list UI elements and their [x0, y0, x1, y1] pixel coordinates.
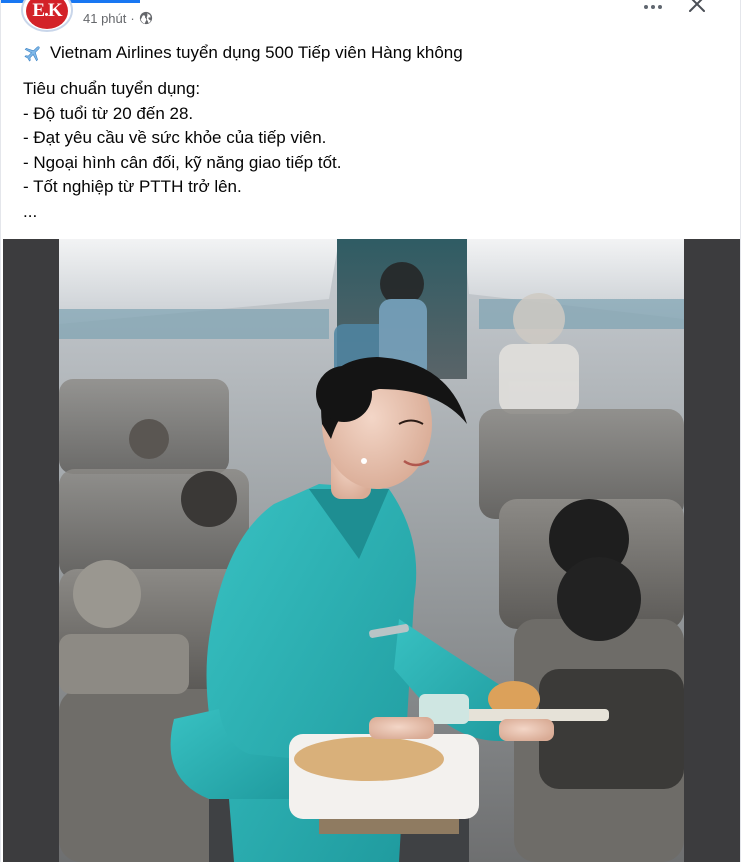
- more-options-button[interactable]: [639, 0, 667, 14]
- post-caption: Vietnam Airlines tuyển dụng 500 Tiếp viê…: [23, 40, 723, 224]
- body-line: - Tốt nghiệp từ PTTH trở lên.: [23, 177, 242, 196]
- more-dot: [651, 5, 655, 9]
- post-title-line: Vietnam Airlines tuyển dụng 500 Tiếp viê…: [23, 40, 723, 66]
- body-line: - Đạt yêu cầu về sức khỏe của tiếp viên.: [23, 128, 327, 147]
- page-avatar[interactable]: E.K: [21, 0, 73, 32]
- post-title: Vietnam Airlines tuyển dụng 500 Tiếp viê…: [50, 43, 463, 62]
- close-button[interactable]: [685, 0, 709, 16]
- avatar-logo-text: E.K: [26, 0, 68, 29]
- more-dots-icon: [644, 5, 648, 9]
- facebook-post: E.K 41 phút · Vietnam Airlines tuyển dụn…: [0, 0, 741, 862]
- body-line: - Độ tuổi từ 20 đến 28.: [23, 103, 194, 123]
- globe-icon[interactable]: [139, 11, 153, 25]
- cabin-photo-illustration: [59, 239, 684, 862]
- airplane-icon: [23, 43, 43, 63]
- body-line: - Ngoại hình cân đối, kỹ năng giao tiếp …: [23, 152, 342, 172]
- body-line: Tiêu chuẩn tuyển dụng:: [23, 79, 201, 98]
- post-timestamp[interactable]: 41 phút: [83, 11, 126, 26]
- meta-separator: ·: [130, 10, 135, 26]
- post-meta: 41 phút ·: [83, 9, 153, 27]
- see-more-ellipsis[interactable]: ...: [23, 200, 723, 225]
- post-photo[interactable]: [3, 239, 740, 862]
- post-body: Tiêu chuẩn tuyển dụng: - Độ tuổi từ 20 đ…: [23, 77, 723, 224]
- more-dot: [658, 5, 662, 9]
- close-icon: [689, 0, 705, 12]
- post-header: E.K 41 phút ·: [1, 0, 741, 34]
